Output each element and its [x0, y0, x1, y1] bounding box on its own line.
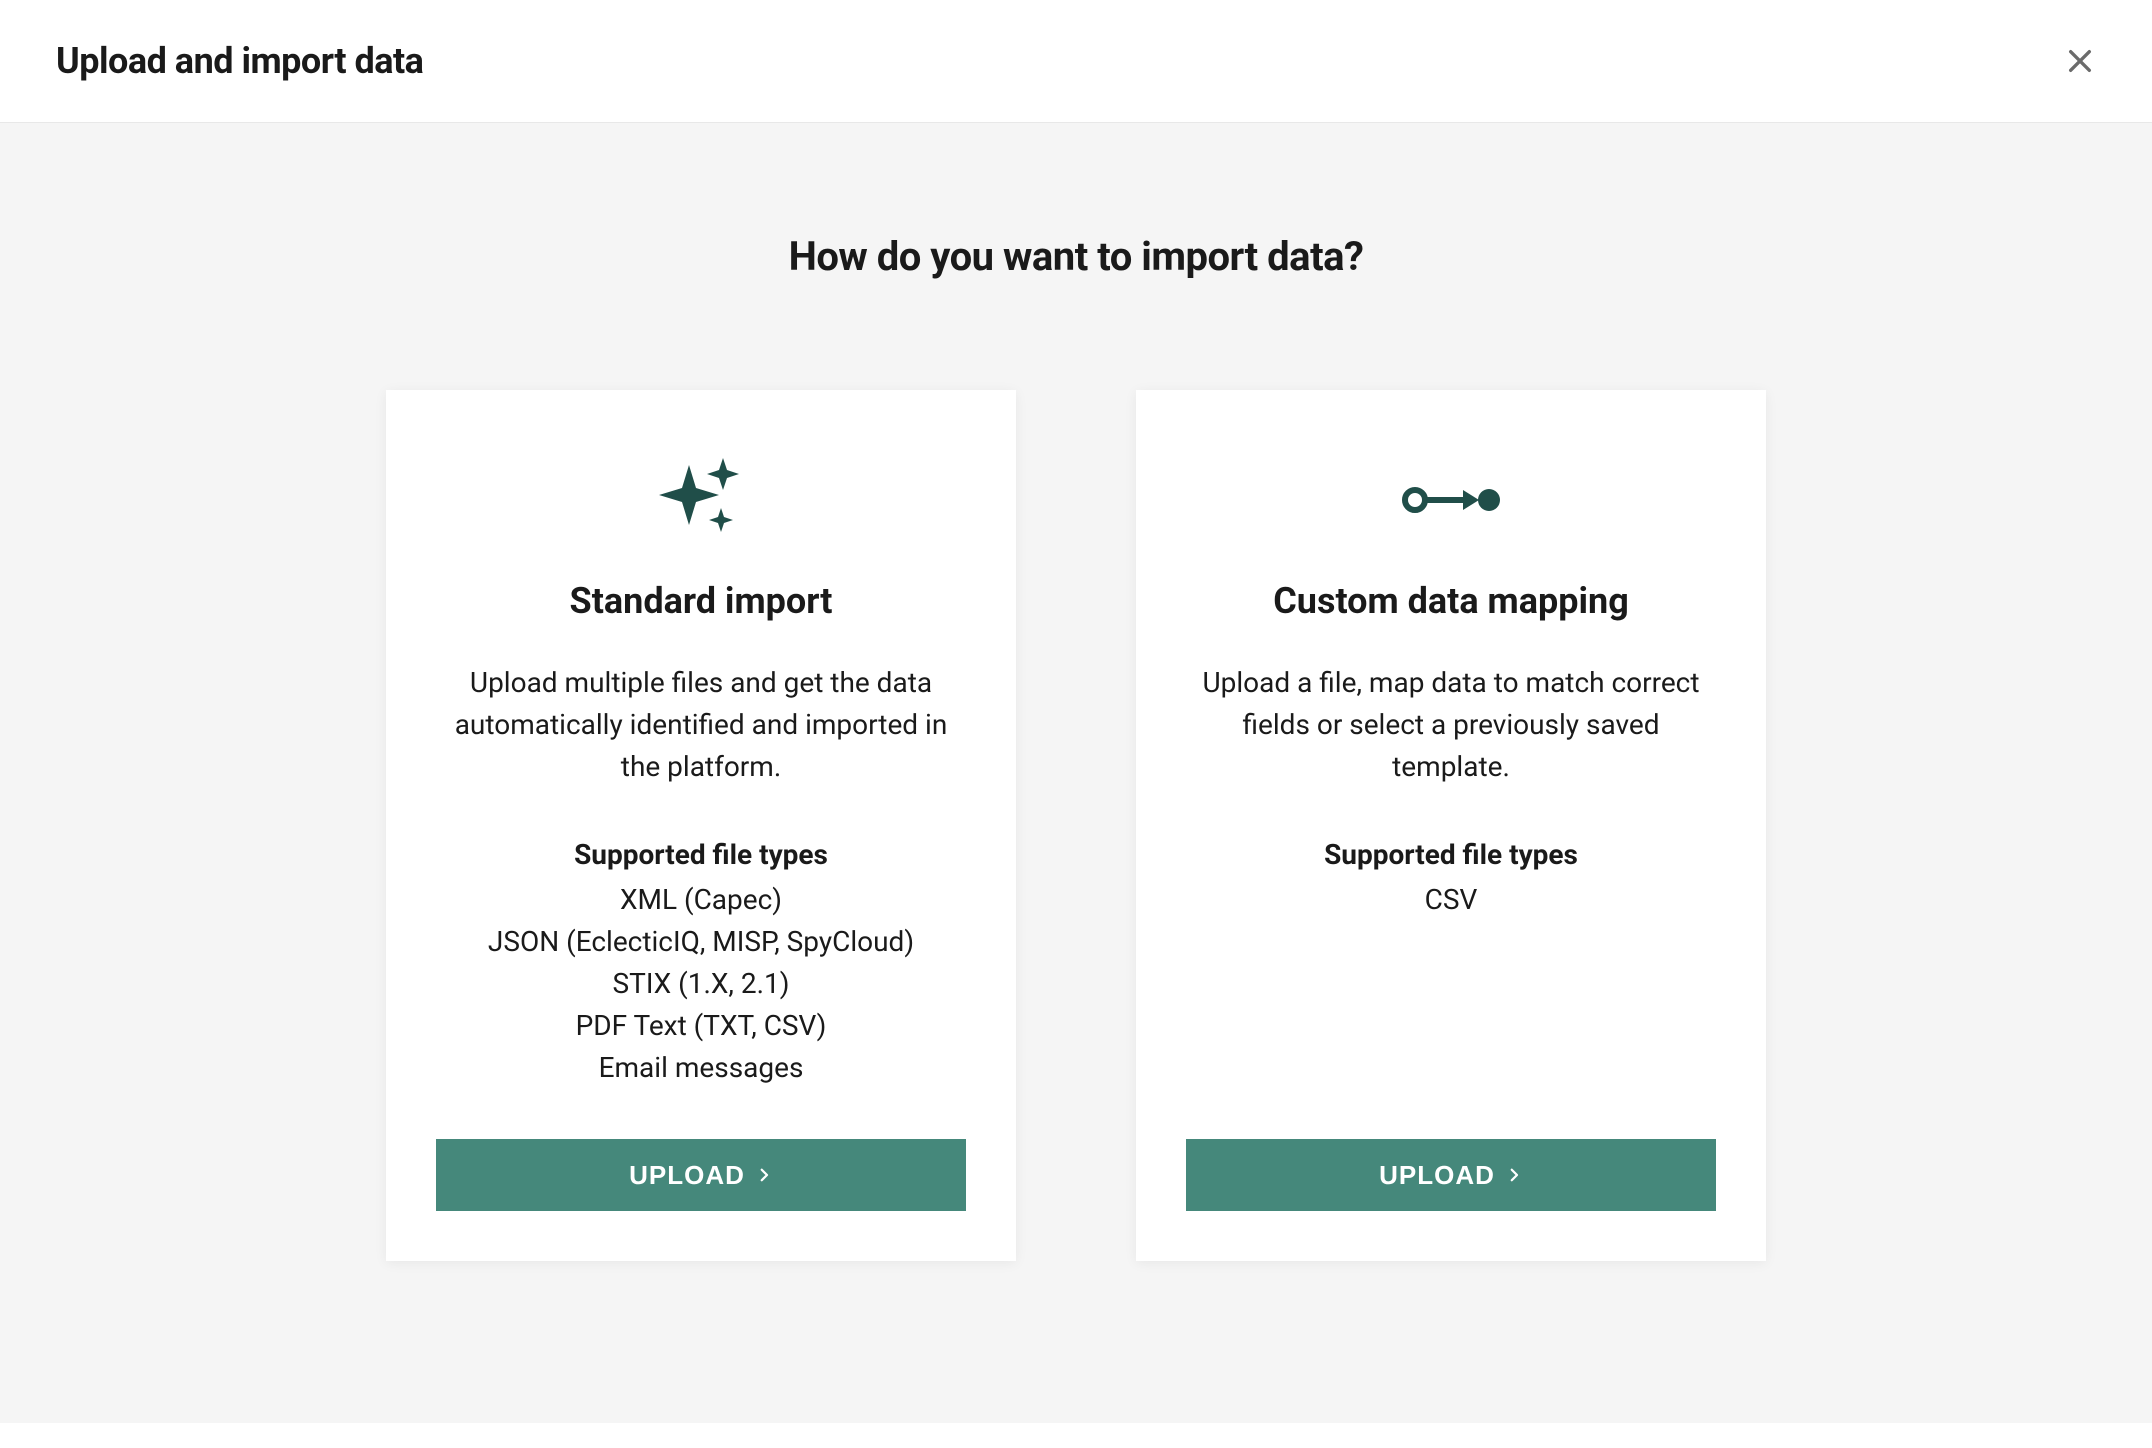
file-types-list: CSV — [1425, 879, 1478, 921]
upload-button-label: UPLOAD — [1379, 1160, 1495, 1191]
card-description: Upload a file, map data to match correct… — [1186, 662, 1716, 788]
file-type: JSON (EclecticIQ, MISP, SpyCloud) — [488, 921, 914, 963]
file-types-list: XML (Capec) JSON (EclecticIQ, MISP, SpyC… — [488, 879, 914, 1089]
upload-button-label: UPLOAD — [629, 1160, 745, 1191]
file-type: Email messages — [488, 1047, 914, 1089]
supported-file-types-heading: Supported file types — [1324, 838, 1578, 871]
question-heading: How do you want to import data? — [0, 233, 2152, 280]
chevron-right-icon — [755, 1166, 773, 1184]
mapping-arrow-icon — [1401, 450, 1501, 550]
file-type: CSV — [1425, 879, 1478, 921]
content-area: How do you want to import data? Standard… — [0, 123, 2152, 1423]
close-icon — [2064, 45, 2096, 77]
card-title: Custom data mapping — [1273, 580, 1629, 622]
file-type: STIX (1.X, 2.1) — [488, 963, 914, 1005]
card-custom-mapping: Custom data mapping Upload a file, map d… — [1136, 390, 1766, 1261]
supported-file-types-heading: Supported file types — [574, 838, 828, 871]
cards-container: Standard import Upload multiple files an… — [0, 390, 2152, 1261]
chevron-right-icon — [1505, 1166, 1523, 1184]
close-button[interactable] — [2064, 45, 2096, 77]
dialog-header: Upload and import data — [0, 0, 2152, 123]
file-type: XML (Capec) — [488, 879, 914, 921]
file-type: PDF Text (TXT, CSV) — [488, 1005, 914, 1047]
dialog-title: Upload and import data — [56, 40, 423, 82]
card-title: Standard import — [570, 580, 833, 622]
card-description: Upload multiple files and get the data a… — [436, 662, 966, 788]
upload-button-custom[interactable]: UPLOAD — [1186, 1139, 1716, 1211]
upload-button-standard[interactable]: UPLOAD — [436, 1139, 966, 1211]
card-standard-import: Standard import Upload multiple files an… — [386, 390, 1016, 1261]
sparkles-icon — [651, 450, 751, 550]
